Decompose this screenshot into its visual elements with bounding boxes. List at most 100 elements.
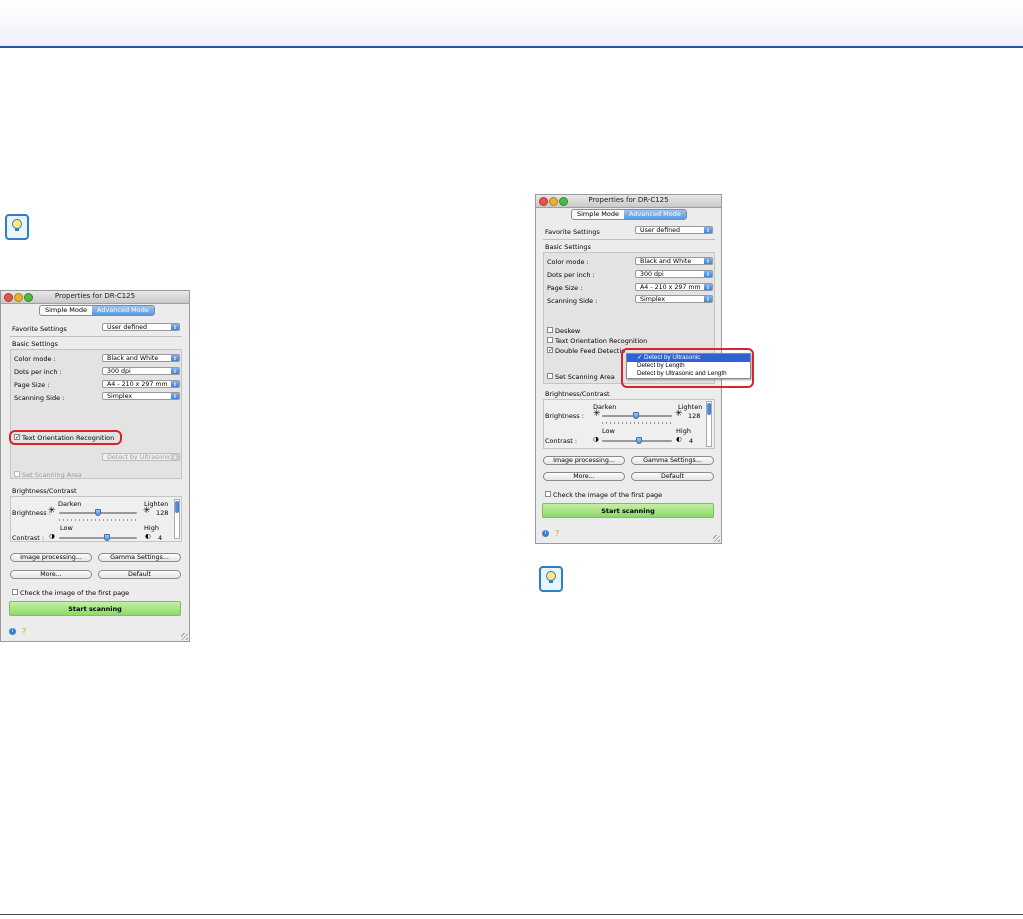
page-size-value: A4 - 210 x 297 mm xyxy=(640,284,701,291)
color-mode-value: Black and White xyxy=(107,355,159,362)
dpi-select[interactable]: 300 dpi ⇕ xyxy=(635,270,713,278)
brightness-ticks xyxy=(59,519,137,521)
dpi-label: Dots per inch : xyxy=(547,271,595,279)
color-mode-select[interactable]: Black and White ⇕ xyxy=(102,354,180,362)
favorite-settings-label: Favorite Settings xyxy=(12,325,67,333)
dpi-select[interactable]: 300 dpi ⇕ xyxy=(102,367,180,375)
text-orientation-checkbox[interactable] xyxy=(547,337,553,343)
color-mode-label: Color mode : xyxy=(547,258,589,266)
page-size-label: Page Size : xyxy=(14,381,50,389)
brightness-value: 128 xyxy=(688,412,701,420)
scrollbar[interactable] xyxy=(174,499,180,539)
set-area-label: Set Scanning Area xyxy=(22,471,82,479)
scanning-side-value: Simplex xyxy=(107,393,133,400)
resize-grip[interactable] xyxy=(713,535,720,542)
sun-light-icon: ✳ xyxy=(143,506,151,516)
double-feed-label: Double Feed Detectio xyxy=(555,347,626,355)
chevron-updown-icon: ⇕ xyxy=(704,227,712,234)
deskew-label: Deskew xyxy=(555,327,581,335)
info-icon[interactable]: i xyxy=(542,530,549,537)
chevron-updown-icon: ⇕ xyxy=(704,296,712,303)
page-size-select[interactable]: A4 - 210 x 297 mm ⇕ xyxy=(102,380,180,388)
chevron-updown-icon: ⇕ xyxy=(704,258,712,265)
lightbulb-icon xyxy=(539,566,563,592)
scanning-side-select[interactable]: Simplex ⇕ xyxy=(635,295,713,303)
chevron-updown-icon: ⇕ xyxy=(704,284,712,291)
info-icon[interactable]: i xyxy=(9,628,16,635)
brightness-contrast-heading: Brightness/Contrast xyxy=(12,487,77,495)
deskew-checkbox[interactable] xyxy=(547,327,553,333)
double-feed-value: Detect by Ultrasonic xyxy=(107,454,172,461)
help-icon[interactable]: ? xyxy=(555,529,559,538)
chevron-updown-icon: ⇕ xyxy=(171,324,179,331)
set-area-checkbox[interactable] xyxy=(14,471,20,477)
window-title: Properties for DR-C125 xyxy=(588,196,669,204)
chevron-updown-icon: ⇕ xyxy=(704,271,712,278)
tab-simple-mode[interactable]: Simple Mode xyxy=(40,306,92,315)
page-size-select[interactable]: A4 - 210 x 297 mm ⇕ xyxy=(635,283,713,291)
contrast-thumb[interactable] xyxy=(636,437,642,444)
check-first-page-checkbox[interactable] xyxy=(545,491,551,497)
help-icon[interactable]: ? xyxy=(22,627,26,636)
high-label: High xyxy=(676,427,691,435)
highlight-ring xyxy=(9,430,122,445)
brightness-contrast-heading: Brightness/Contrast xyxy=(545,390,610,398)
more-button[interactable]: More... xyxy=(543,472,625,481)
scrollbar[interactable] xyxy=(706,401,712,447)
gamma-settings-button[interactable]: Gamma Settings... xyxy=(98,553,181,562)
contrast-thumb[interactable] xyxy=(104,534,110,541)
dpi-value: 300 dpi xyxy=(107,368,131,375)
brightness-thumb[interactable] xyxy=(95,509,101,516)
tab-advanced-mode[interactable]: Advanced Mode xyxy=(91,306,154,315)
tab-advanced-mode[interactable]: Advanced Mode xyxy=(623,210,686,219)
default-button[interactable]: Default xyxy=(98,570,181,579)
scanning-side-select[interactable]: Simplex ⇕ xyxy=(102,392,180,400)
favorite-settings-value: User defined xyxy=(640,227,681,234)
default-button[interactable]: Default xyxy=(631,472,714,481)
check-first-page-label: Check the image of the first page xyxy=(553,491,663,499)
double-feed-select[interactable]: Detect by Ultrasonic ⇕ xyxy=(102,453,180,461)
scrollbar-thumb[interactable] xyxy=(175,501,179,513)
image-processing-button[interactable]: Image processing... xyxy=(10,553,92,562)
scanning-side-label: Scanning Side : xyxy=(14,394,65,402)
brightness-ticks xyxy=(602,422,672,424)
more-button[interactable]: More... xyxy=(10,570,92,579)
contrast-slider[interactable] xyxy=(59,537,137,539)
sun-dark-icon: ✳ xyxy=(48,506,56,516)
dpi-value: 300 dpi xyxy=(640,271,664,278)
gamma-settings-button[interactable]: Gamma Settings... xyxy=(631,456,714,465)
brightness-value: 128 xyxy=(156,509,169,517)
properties-dialog-left: Properties for DR-C125 Simple Mode Advan… xyxy=(0,290,190,642)
high-label: High xyxy=(144,524,159,532)
chevron-updown-icon: ⇕ xyxy=(171,355,179,362)
start-scanning-button[interactable]: Start scanning xyxy=(542,503,714,518)
footer-rule xyxy=(0,914,1023,915)
scanning-side-label: Scanning Side : xyxy=(547,297,598,305)
title-bar: Properties for DR-C125 xyxy=(1,291,189,304)
image-processing-button[interactable]: Image processing... xyxy=(543,456,625,465)
double-feed-checkbox[interactable]: ✓ xyxy=(547,347,553,354)
sun-light-icon: ✳ xyxy=(675,409,683,419)
contrast-label: Contrast : xyxy=(12,534,45,542)
check-first-page-checkbox[interactable] xyxy=(12,589,18,595)
lightbulb-icon xyxy=(5,214,29,240)
basic-settings-heading: Basic Settings xyxy=(545,243,591,251)
chevron-updown-icon: ⇕ xyxy=(171,393,179,400)
set-area-label: Set Scanning Area xyxy=(555,373,615,381)
title-bar: Properties for DR-C125 xyxy=(536,195,721,208)
mode-tabs: Simple Mode Advanced Mode xyxy=(39,305,155,316)
contrast-low-icon: ◑ xyxy=(593,435,599,443)
favorite-settings-select[interactable]: User defined ⇕ xyxy=(635,226,713,234)
set-area-checkbox[interactable] xyxy=(547,373,553,379)
start-scanning-button[interactable]: Start scanning xyxy=(9,601,181,616)
page-size-label: Page Size : xyxy=(547,284,583,292)
scrollbar-thumb[interactable] xyxy=(707,403,711,415)
contrast-low-icon: ◑ xyxy=(49,532,55,540)
favorite-settings-select[interactable]: User defined ⇕ xyxy=(102,323,180,331)
resize-grip[interactable] xyxy=(181,633,188,640)
brightness-thumb[interactable] xyxy=(633,412,639,419)
tab-simple-mode[interactable]: Simple Mode xyxy=(572,210,624,219)
window-title: Properties for DR-C125 xyxy=(54,292,136,300)
header-rule xyxy=(0,46,1023,48)
color-mode-select[interactable]: Black and White ⇕ xyxy=(635,257,713,265)
